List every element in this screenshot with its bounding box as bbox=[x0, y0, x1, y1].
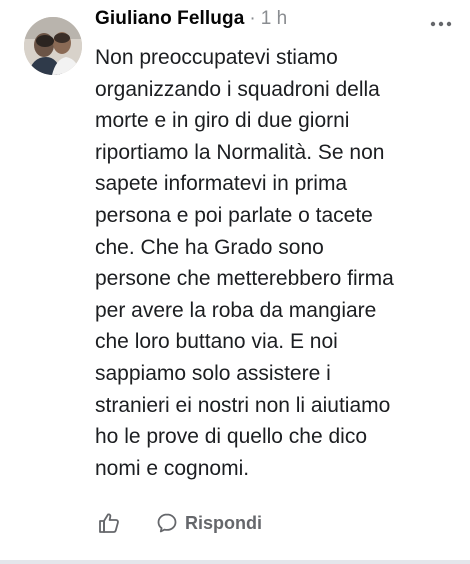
reply-label: Rispondi bbox=[185, 512, 262, 533]
comment-body-line: che. Che ha Grado sono bbox=[95, 235, 324, 259]
comment-body-line: riportiamo la Normalità. Se non bbox=[95, 140, 385, 164]
comment-body-line: stranieri ei nostri non li aiutiamo bbox=[95, 393, 391, 417]
comment-body-line: organizzando i squadroni della bbox=[95, 77, 380, 101]
avatar-photo bbox=[24, 17, 82, 75]
comment-body-line: ho le prove di quello che dico bbox=[95, 425, 368, 449]
comment-actions: Rispondi bbox=[95, 508, 262, 538]
comment-body-line: per avere la roba da mangiare bbox=[95, 298, 377, 322]
reply-button[interactable]: Rispondi bbox=[155, 511, 262, 535]
meta-separator: · bbox=[249, 8, 256, 29]
divider bbox=[0, 560, 470, 564]
comment-header: Giuliano Felluga · 1 h bbox=[95, 8, 287, 36]
comment-body-line: sapete informatevi in prima bbox=[95, 172, 348, 196]
comment-body-line: sappiamo solo assistere i bbox=[95, 361, 331, 385]
comment: Giuliano Felluga · 1 h Non preoccupatevi… bbox=[0, 0, 470, 564]
thumbs-up-icon bbox=[99, 513, 119, 533]
comment-body-line: che loro buttano via. E noi bbox=[95, 330, 338, 354]
comment-timestamp[interactable]: 1 h bbox=[261, 8, 287, 30]
like-button[interactable] bbox=[95, 509, 123, 537]
comment-body-line: nomi e cognomi. bbox=[95, 456, 250, 480]
comment-body-line: persona e poi parlate o tacete bbox=[95, 203, 373, 227]
comment-body-line: Non preoccupatevi stiamo bbox=[95, 46, 338, 69]
speech-bubble-icon bbox=[155, 511, 179, 535]
comment-body-line: persone che metterebbero firma bbox=[95, 267, 394, 291]
comment-body-line: morte e in giro di due giorni bbox=[95, 109, 350, 133]
avatar[interactable] bbox=[24, 17, 82, 75]
comment-body: Non preoccupatevi stiamo organizzando i … bbox=[95, 42, 455, 484]
more-options-button[interactable] bbox=[426, 14, 456, 34]
author-name[interactable]: Giuliano Felluga bbox=[95, 8, 244, 30]
more-horizontal-icon bbox=[430, 21, 452, 27]
